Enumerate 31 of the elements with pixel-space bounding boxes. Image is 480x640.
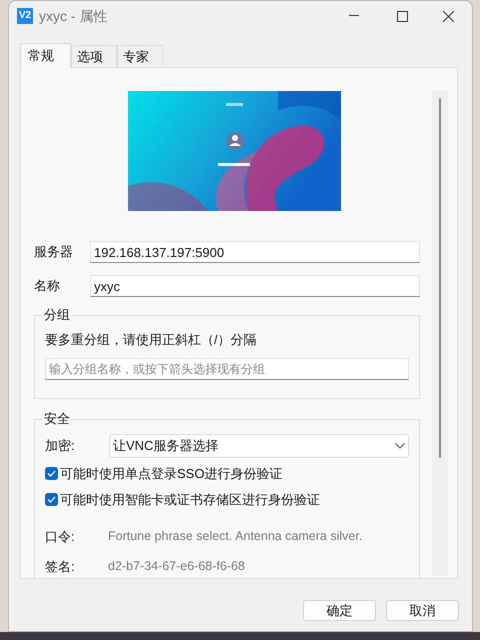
field-label: 服务器 — [34, 243, 74, 262]
field-label: 加密: — [45, 437, 76, 456]
app-logo: V2 — [17, 8, 33, 24]
check-icon — [47, 496, 56, 503]
info-label: 口令: — [45, 528, 76, 546]
minimize-icon — [349, 15, 359, 17]
window-title: yxyc - 属性 — [39, 6, 108, 26]
hint-text: 要多重分组，请使用正斜杠（/）分隔 — [45, 331, 258, 349]
checkbox[interactable] — [45, 467, 58, 480]
info-label: 签名: — [45, 558, 76, 576]
info-value: d2-b7-34-67-e6-68-f6-68 — [108, 558, 245, 575]
encryption-dropdown[interactable]: 让VNC服务器选择 — [109, 434, 409, 458]
checkbox-label: 可能时使用智能卡或证书存储区进行身份验证 — [60, 490, 320, 508]
chevron-down-icon — [395, 443, 405, 449]
check-icon — [47, 470, 56, 478]
checkbox[interactable] — [45, 492, 58, 506]
field-label: 名称 — [34, 277, 61, 296]
close-icon — [442, 10, 454, 22]
maximize-icon — [396, 10, 408, 22]
dialog-button[interactable]: 取消 — [386, 600, 459, 621]
text-field[interactable]: 192.168.137.197:5900 — [90, 241, 420, 263]
checkbox-label: 可能时使用单点登录SSO进行身份验证 — [60, 465, 282, 483]
group-title: 分组 — [43, 307, 71, 323]
info-value: Fortune phrase select. Antenna camera silver. — [108, 528, 362, 546]
text-field[interactable]: yxyc — [90, 275, 420, 297]
tab[interactable]: 专家 — [117, 45, 163, 67]
group-input[interactable]: 输入分组名称，或按下箭头选择现有分组 — [45, 358, 409, 380]
tab[interactable]: 选项 — [71, 45, 117, 67]
dialog-button[interactable]: 确定 — [303, 600, 376, 621]
tab[interactable]: 常规 — [20, 43, 71, 68]
group-title: 安全 — [43, 411, 71, 427]
